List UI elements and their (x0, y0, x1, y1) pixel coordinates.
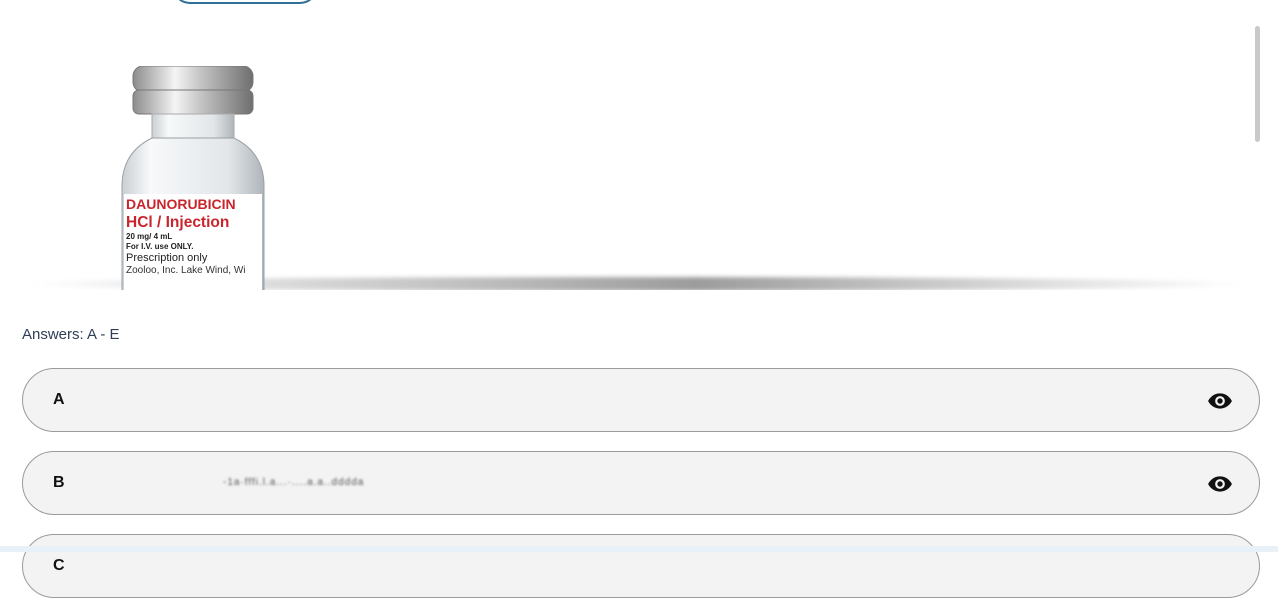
answer-option-b[interactable]: B -1a·fffi.l.a...·....a.a..dddda (22, 451, 1260, 515)
drug-strength: 20 mg/ 4 mL (126, 232, 173, 241)
eye-icon[interactable] (1207, 388, 1233, 414)
answer-option-a[interactable]: A (22, 368, 1260, 432)
eye-icon[interactable] (1207, 471, 1233, 497)
drug-form: HCl / Injection (126, 214, 230, 231)
bottom-bar (0, 546, 1278, 552)
drug-name: DAUNORUBICIN (126, 196, 236, 212)
answer-letter: A (53, 391, 65, 408)
rx-notice: Prescription only (126, 252, 208, 264)
answer-letter: B (53, 474, 65, 491)
top-button-edge[interactable] (172, 0, 318, 4)
drug-route: For I.V. use ONLY. (126, 242, 194, 251)
question-image: DAUNORUBICIN HCl / Injection 20 mg/ 4 mL… (0, 22, 1250, 290)
answer-letter: C (53, 557, 65, 574)
manufacturer: Zooloo, Inc. Lake Wind, Wi (126, 265, 246, 276)
answers-heading: Answers: A - E (22, 326, 120, 343)
vial-label: DAUNORUBICIN HCl / Injection 20 mg/ 4 mL… (126, 196, 266, 277)
answer-text (223, 560, 523, 572)
answer-option-c[interactable]: C (22, 534, 1260, 598)
answer-text (223, 394, 523, 406)
scrollbar-thumb[interactable] (1255, 26, 1260, 142)
answer-text: -1a·fffi.l.a...·....a.a..dddda (223, 477, 365, 488)
